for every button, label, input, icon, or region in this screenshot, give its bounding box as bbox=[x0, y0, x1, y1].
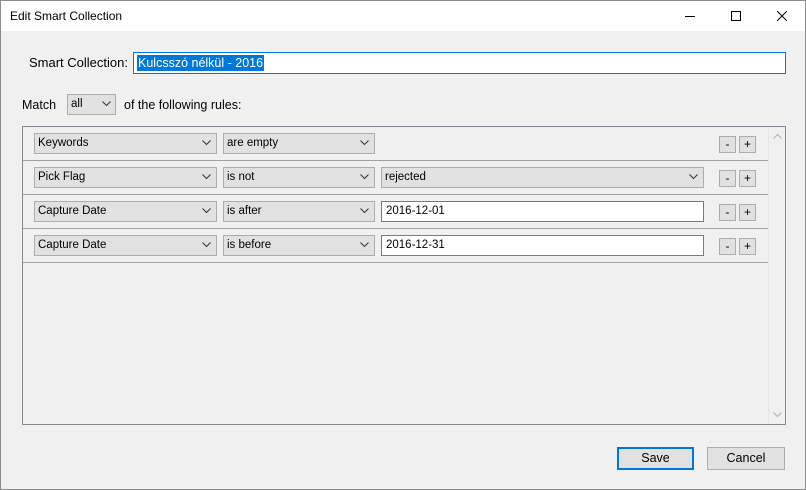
remove-rule-button[interactable]: - bbox=[719, 204, 736, 221]
rules-panel: Keywords are empty - + Pick Flag is not … bbox=[22, 126, 786, 425]
rule-value-value: rejected bbox=[385, 171, 426, 183]
rule-operator-select[interactable]: is not bbox=[223, 167, 375, 188]
rule-value-select[interactable]: rejected bbox=[381, 167, 704, 188]
rule-field-select[interactable]: Keywords bbox=[34, 133, 217, 154]
rule-operator-value: are empty bbox=[227, 137, 279, 149]
match-mode-value: all bbox=[71, 98, 83, 110]
cancel-button[interactable]: Cancel bbox=[707, 447, 785, 470]
rule-row: Capture Date is after 2016-12-01 - + bbox=[23, 195, 768, 229]
rule-operator-value: is before bbox=[227, 239, 272, 251]
match-mode-select[interactable]: all bbox=[67, 94, 116, 115]
smart-collection-name-input[interactable]: Kulcsszó nélkül - 2016 bbox=[133, 52, 786, 74]
remove-rule-button[interactable]: - bbox=[719, 170, 736, 187]
rule-date-value: 2016-12-31 bbox=[386, 239, 445, 251]
rule-field-select[interactable]: Pick Flag bbox=[34, 167, 217, 188]
maximize-button[interactable] bbox=[713, 1, 759, 31]
maximize-icon bbox=[731, 11, 741, 21]
minimize-button[interactable] bbox=[667, 1, 713, 31]
rule-date-value: 2016-12-01 bbox=[386, 205, 445, 217]
rule-date-input[interactable]: 2016-12-31 bbox=[381, 235, 704, 256]
close-icon bbox=[777, 11, 787, 21]
rule-row: Keywords are empty - + bbox=[23, 127, 768, 161]
rule-field-select[interactable]: Capture Date bbox=[34, 235, 217, 256]
chevron-down-icon bbox=[202, 140, 211, 146]
rule-field-value: Capture Date bbox=[38, 239, 107, 251]
rule-operator-value: is not bbox=[227, 171, 255, 183]
chevron-down-icon bbox=[202, 208, 211, 214]
rule-field-select[interactable]: Capture Date bbox=[34, 201, 217, 222]
add-rule-button[interactable]: + bbox=[739, 238, 756, 255]
remove-rule-button[interactable]: - bbox=[719, 136, 736, 153]
rule-operator-select[interactable]: are empty bbox=[223, 133, 375, 154]
save-button[interactable]: Save bbox=[617, 447, 694, 470]
minimize-icon bbox=[685, 16, 695, 17]
rule-field-value: Capture Date bbox=[38, 205, 107, 217]
smart-collection-label: Smart Collection: bbox=[29, 55, 128, 70]
rule-operator-select[interactable]: is before bbox=[223, 235, 375, 256]
add-rule-button[interactable]: + bbox=[739, 136, 756, 153]
chevron-down-icon[interactable] bbox=[773, 412, 782, 418]
add-rule-button[interactable]: + bbox=[739, 204, 756, 221]
match-suffix-label: of the following rules: bbox=[124, 98, 242, 112]
title-bar[interactable]: Edit Smart Collection bbox=[1, 1, 805, 31]
chevron-up-icon[interactable] bbox=[773, 133, 782, 139]
rule-operator-select[interactable]: is after bbox=[223, 201, 375, 222]
chevron-down-icon bbox=[360, 208, 369, 214]
rule-operator-value: is after bbox=[227, 205, 262, 217]
chevron-down-icon bbox=[360, 242, 369, 248]
smart-collection-name-value: Kulcsszó nélkül - 2016 bbox=[137, 55, 265, 71]
chevron-down-icon bbox=[202, 242, 211, 248]
chevron-down-icon bbox=[202, 174, 211, 180]
match-label: Match bbox=[22, 98, 57, 112]
rule-field-value: Keywords bbox=[38, 137, 89, 149]
add-rule-button[interactable]: + bbox=[739, 170, 756, 187]
rule-row: Capture Date is before 2016-12-31 - + bbox=[23, 229, 768, 263]
chevron-down-icon bbox=[360, 174, 369, 180]
edit-smart-collection-dialog: Edit Smart Collection Smart Collection: … bbox=[0, 0, 806, 490]
close-button[interactable] bbox=[759, 1, 805, 31]
rule-date-input[interactable]: 2016-12-01 bbox=[381, 201, 704, 222]
remove-rule-button[interactable]: - bbox=[719, 238, 736, 255]
window-title: Edit Smart Collection bbox=[10, 9, 123, 23]
rules-scrollbar[interactable] bbox=[768, 127, 785, 424]
chevron-down-icon bbox=[689, 174, 698, 180]
rule-row: Pick Flag is not rejected - + bbox=[23, 161, 768, 195]
chevron-down-icon bbox=[102, 101, 111, 107]
chevron-down-icon bbox=[360, 140, 369, 146]
rule-field-value: Pick Flag bbox=[38, 171, 86, 183]
